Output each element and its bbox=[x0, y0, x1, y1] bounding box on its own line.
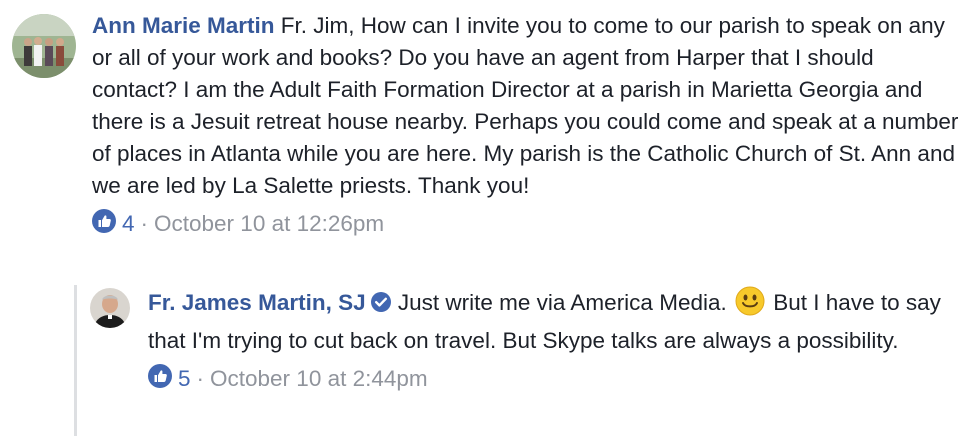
comment-body: Ann Marie Martin Fr. Jim, How can I invi… bbox=[92, 10, 962, 240]
avatar[interactable] bbox=[12, 14, 76, 78]
comment-text: Fr. Jim, How can I invite you to come to… bbox=[92, 13, 959, 198]
thumbs-up-icon[interactable] bbox=[92, 209, 116, 239]
thumbs-up-icon[interactable] bbox=[148, 364, 172, 394]
avatar[interactable] bbox=[90, 288, 130, 328]
reply-comment: Fr. James Martin, SJ Just write me via A… bbox=[90, 286, 960, 395]
smiley-emoji-icon bbox=[735, 286, 765, 325]
comment-timestamp[interactable]: October 10 at 2:44pm bbox=[210, 366, 428, 392]
comment-body: Fr. James Martin, SJ Just write me via A… bbox=[148, 286, 960, 395]
comment-author-link[interactable]: Ann Marie Martin bbox=[92, 13, 275, 38]
reply-thread-line bbox=[74, 285, 77, 436]
like-count[interactable]: 5 bbox=[178, 366, 191, 392]
like-count[interactable]: 4 bbox=[122, 211, 135, 237]
comment-text-block: Ann Marie Martin Fr. Jim, How can I invi… bbox=[92, 10, 962, 202]
comment-meta: 5 · October 10 at 2:44pm bbox=[148, 363, 960, 395]
meta-separator: · bbox=[196, 366, 205, 391]
comment-meta: 4 · October 10 at 12:26pm bbox=[92, 208, 962, 240]
meta-separator: · bbox=[140, 211, 149, 236]
verified-badge-icon bbox=[370, 290, 392, 322]
comment-text-block: Fr. James Martin, SJ Just write me via A… bbox=[148, 286, 960, 357]
comment-author-link[interactable]: Fr. James Martin, SJ bbox=[148, 290, 366, 315]
comment: Ann Marie Martin Fr. Jim, How can I invi… bbox=[12, 10, 962, 240]
comment-timestamp[interactable]: October 10 at 12:26pm bbox=[154, 211, 384, 237]
comment-text: Just write me via America Media. bbox=[397, 290, 727, 315]
